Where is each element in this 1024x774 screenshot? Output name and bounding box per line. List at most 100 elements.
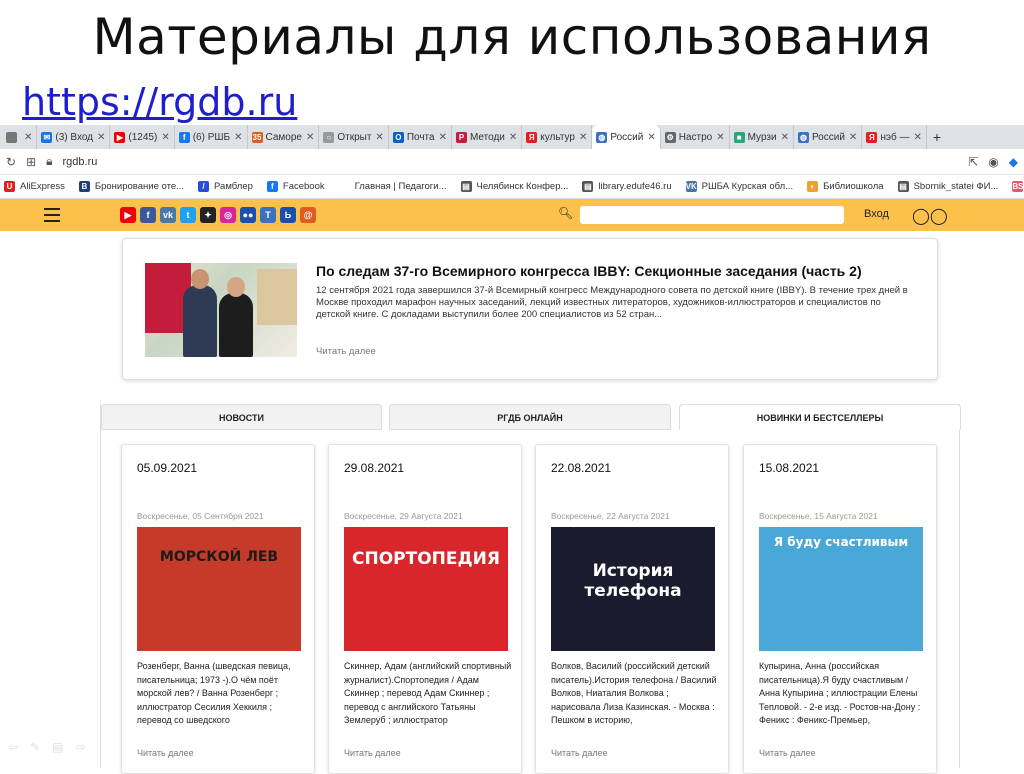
next-slide-icon[interactable]: ⇨	[75, 740, 85, 754]
browser-tab[interactable]: ⚙ Настро ✕	[661, 125, 730, 149]
instagram-icon[interactable]: ◎	[220, 207, 236, 223]
tab-close-icon[interactable]: ✕	[913, 132, 921, 143]
address-bar: ↻ ⊞ 🔒︎ rgdb.ru ⇱ ◉ ◆	[0, 149, 1024, 175]
book-card[interactable]: 22.08.2021 Воскресенье, 22 Августа 2021 Ис…	[535, 444, 729, 774]
twitter-icon[interactable]: t	[180, 207, 196, 223]
tab-close-icon[interactable]: ✕	[161, 132, 169, 143]
browser-tab[interactable]: ◍ Россий ✕	[592, 125, 661, 149]
browser-tab[interactable]: P Методи ✕	[452, 125, 523, 149]
camera-icon[interactable]: ◉	[988, 155, 998, 169]
vk-icon[interactable]: vk	[160, 207, 176, 223]
bookmark-item[interactable]: Главная | Педагоги...	[338, 181, 447, 192]
tab-close-icon[interactable]: ✕	[306, 132, 314, 143]
flickr-icon[interactable]: ●●	[240, 207, 256, 223]
browser-tab[interactable]: ■ Мурзи ✕	[730, 125, 794, 149]
site-header: ▶ f vk t ✦ ◎ ●● T Ь @ 🔍︎ Вход ◯◯	[0, 199, 1024, 231]
tab-favicon-icon: f	[178, 131, 190, 143]
tab-favicon-icon: ✉	[41, 131, 53, 143]
zen-icon[interactable]: ✦	[200, 207, 216, 223]
prev-slide-icon[interactable]: ⇦	[8, 740, 18, 754]
tab-close-icon[interactable]: ✕	[849, 132, 857, 143]
tab-close-icon[interactable]: ✕	[509, 132, 517, 143]
browser-tab[interactable]: 35 Саморе ✕	[248, 125, 320, 149]
article-photo	[145, 263, 297, 357]
book-cover-image[interactable]: МОРСКОЙ ЛЕВ	[137, 527, 301, 651]
browser-tab[interactable]: ✕	[2, 125, 38, 149]
bookmark-item[interactable]: ▤ library.edufe46.ru	[582, 181, 672, 192]
tab-favicon-icon: ⚙	[664, 131, 676, 143]
browser-tab[interactable]: Якультур ✕	[522, 125, 593, 149]
card-read-more-link[interactable]: Читать далее	[759, 748, 816, 758]
bookmark-item[interactable]: VK РШБА Курская обл...	[685, 181, 793, 192]
tab-label: (3) Вход	[55, 131, 94, 143]
share-icon[interactable]: ⇱	[968, 155, 978, 169]
telegraph-icon[interactable]: T	[260, 207, 276, 223]
browser-tab[interactable]: f (6) РШБ ✕	[175, 125, 248, 149]
browser-tab[interactable]: ○ Открыт ✕	[319, 125, 389, 149]
tab-news[interactable]: НОВОСТИ	[101, 404, 382, 430]
bookmark-item[interactable]: ◐ Библиошкола	[807, 181, 884, 192]
shield-icon[interactable]: ◆	[1009, 155, 1018, 169]
tab-label: (6) РШБ	[192, 131, 231, 143]
browser-tab[interactable]: O Почта ✕	[389, 125, 452, 149]
browser-tab[interactable]: ◍ Россий ✕	[794, 125, 863, 149]
slide-link[interactable]: https://rgdb.ru	[22, 80, 297, 124]
bookmark-item[interactable]: ▤ Sbornik_statei ФИ...	[897, 181, 999, 192]
card-read-more-link[interactable]: Читать далее	[551, 748, 608, 758]
bookmark-item[interactable]: B Бронирование оте...	[78, 181, 184, 192]
bookmark-label: Главная | Педагоги...	[354, 181, 447, 192]
card-read-more-link[interactable]: Читать далее	[137, 748, 194, 758]
book-cover-image[interactable]: СПОРТОПЕДИЯ	[344, 527, 508, 651]
tab-label: Почта	[406, 131, 435, 143]
card-description: Купырина, Анна (российская писательница)…	[759, 661, 921, 725]
card-description: Скиннер, Адам (английский спортивный жур…	[344, 661, 512, 725]
tab-label: Методи	[469, 131, 505, 143]
bookmark-item[interactable]: / Рамблер	[198, 181, 253, 192]
book-card[interactable]: 15.08.2021 Воскресенье, 15 Августа 2021 Я …	[743, 444, 937, 774]
book-cover-image[interactable]: История телефона	[551, 527, 715, 651]
browser-tab[interactable]: ✉ (3) Вход ✕	[37, 125, 111, 149]
featured-article[interactable]: По следам 37-го Всемирного конгресса IBB…	[122, 238, 938, 380]
mail-icon[interactable]: @	[300, 207, 316, 223]
read-more-link[interactable]: Читать далее	[316, 346, 376, 357]
facebook-icon[interactable]: f	[140, 207, 156, 223]
bookmark-item[interactable]: f Facebook	[266, 181, 325, 192]
bookmark-item[interactable]: BSЭлектронная б	[1012, 181, 1024, 192]
tab-close-icon[interactable]: ✕	[647, 132, 655, 143]
browser-tab[interactable]: Янэб — ✕	[862, 125, 927, 149]
new-tab-icon[interactable]: +	[933, 129, 941, 145]
accessibility-glasses-icon[interactable]: ◯◯	[912, 206, 948, 226]
tab-close-icon[interactable]: ✕	[97, 132, 105, 143]
card-read-more-link[interactable]: Читать далее	[344, 748, 401, 758]
article-title[interactable]: По следам 37-го Всемирного конгресса IBB…	[316, 263, 916, 279]
tab-close-icon[interactable]: ✕	[375, 132, 383, 143]
search-input[interactable]	[580, 206, 844, 224]
tab-new-and-bestsellers[interactable]: НОВИНКИ И БЕСТСЕЛЛЕРЫ	[679, 404, 961, 430]
tab-rgdb-online[interactable]: РГДБ ОНЛАЙН	[389, 404, 671, 430]
pen-icon[interactable]: ✎	[30, 740, 40, 754]
menu-icon[interactable]	[44, 208, 60, 226]
card-date: 15.08.2021	[759, 461, 820, 475]
book-cover-image[interactable]: Я буду счастливым	[759, 527, 923, 651]
bookmark-label: Sbornik_statei ФИ...	[913, 181, 999, 192]
browser-tab[interactable]: ▶ (1245) ✕	[110, 125, 175, 149]
book-card[interactable]: 29.08.2021 Воскресенье, 29 Августа 2021 СП…	[328, 444, 522, 774]
apps-icon[interactable]: ⊞	[26, 155, 36, 169]
url-input[interactable]: rgdb.ru	[63, 156, 969, 168]
tab-close-icon[interactable]: ✕	[439, 132, 447, 143]
reload-icon[interactable]: ↻	[6, 155, 16, 169]
tab-close-icon[interactable]: ✕	[781, 132, 789, 143]
tab-close-icon[interactable]: ✕	[716, 132, 724, 143]
tab-close-icon[interactable]: ✕	[24, 132, 32, 143]
tab-close-icon[interactable]: ✕	[234, 132, 242, 143]
card-description: Розенберг, Ванна (шведская певица, писат…	[137, 661, 291, 725]
bookmark-item[interactable]: ▤ Челябинск Конфер...	[460, 181, 568, 192]
search-icon[interactable]: 🔍︎	[558, 206, 573, 220]
rutube-icon[interactable]: Ь	[280, 207, 296, 223]
tab-close-icon[interactable]: ✕	[579, 132, 587, 143]
youtube-icon[interactable]: ▶	[120, 207, 136, 223]
book-card[interactable]: 05.09.2021 Воскресенье, 05 Сентября 2021 М…	[121, 444, 315, 774]
login-link[interactable]: Вход	[864, 208, 889, 220]
menu-slide-icon[interactable]: ▤	[52, 740, 63, 754]
bookmark-item[interactable]: U AliExpress	[4, 181, 65, 192]
